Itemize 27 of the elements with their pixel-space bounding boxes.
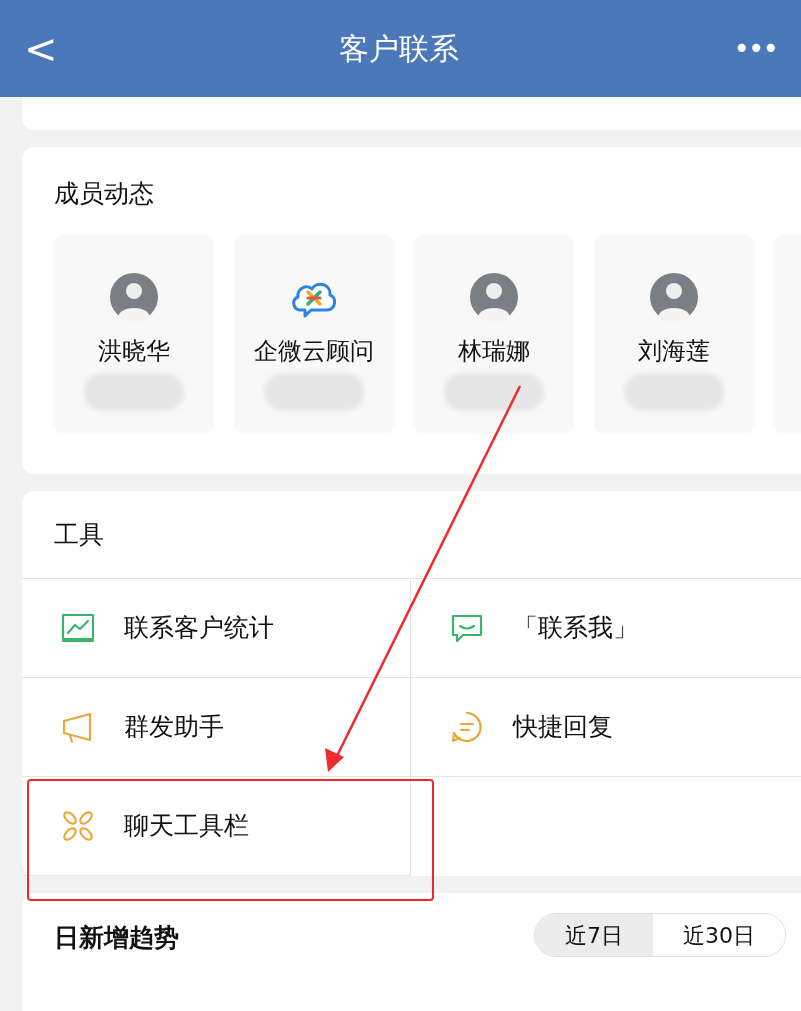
tool-item[interactable]: 「联系我」 [411,579,801,678]
avatar [650,272,698,321]
avatar [110,272,158,321]
section-title: 日新增趋势 [54,922,179,954]
tool-label: 聊天工具栏 [124,810,249,843]
page-title: 客户联系 [337,30,460,68]
member-name: 洪晓华 [98,335,170,367]
member-card[interactable]: 企微云顾问 [234,234,394,433]
more-button[interactable]: ••• [733,27,777,70]
tool-label: 联系客户统计 [124,612,274,645]
back-button[interactable]: < [24,18,64,79]
section-title: 工具 [22,491,801,579]
member-name: 企微云顾问 [254,335,374,367]
tool-label: 「联系我」 [513,612,638,645]
member-name: 林瑞娜 [458,335,530,367]
tool-item[interactable]: 快捷回复 [411,678,801,777]
tool-item[interactable]: 聊天工具栏 [22,777,411,876]
tool-item[interactable]: 联系客户统计 [22,579,411,678]
member-card[interactable]: 洪晓华 [54,234,214,433]
tool-label: 快捷回复 [513,711,613,744]
member-card[interactable]: 刘海莲 [594,234,754,433]
member-card[interactable]: 林瑞娜 [414,234,574,433]
member-name: 刘海莲 [638,335,710,367]
tool-label: 群发助手 [124,711,224,744]
range-tab[interactable]: 近7日 [535,914,653,956]
avatar [470,272,518,321]
section-title: 成员动态 [54,178,155,210]
